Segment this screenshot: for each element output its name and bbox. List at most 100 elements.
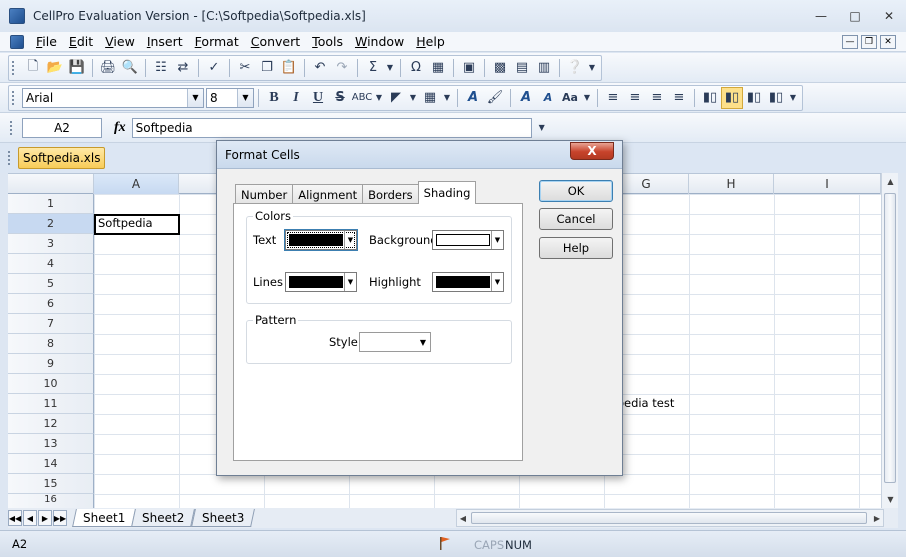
cancel-button[interactable]: Cancel bbox=[539, 208, 613, 230]
bold-icon[interactable]: B bbox=[263, 87, 285, 109]
save-icon[interactable]: 💾 bbox=[66, 57, 88, 79]
replace-icon[interactable]: ⇄ bbox=[172, 57, 194, 79]
column-header[interactable]: H bbox=[689, 174, 774, 194]
function-icon[interactable]: ▦ bbox=[427, 57, 449, 79]
print-preview-icon[interactable]: 🔍 bbox=[119, 57, 141, 79]
tab-borders[interactable]: Borders bbox=[362, 184, 419, 204]
menu-view[interactable]: View bbox=[99, 34, 141, 49]
prev-sheet-icon[interactable]: ◀ bbox=[23, 510, 37, 526]
scroll-up-icon[interactable]: ▲ bbox=[882, 173, 899, 190]
print-icon[interactable]: 🖨 bbox=[97, 57, 119, 79]
tab-number[interactable]: Number bbox=[235, 184, 294, 204]
column-header[interactable]: I bbox=[774, 174, 881, 194]
first-sheet-icon[interactable]: ◀◀ bbox=[8, 510, 22, 526]
highlight-color-picker[interactable]: ▼ bbox=[432, 272, 504, 292]
split-vertical-icon[interactable]: ▥ bbox=[533, 57, 555, 79]
find-icon[interactable]: ☷ bbox=[150, 57, 172, 79]
fill-color-icon[interactable]: ◤ bbox=[385, 87, 407, 109]
close-window-button[interactable]: ✕ bbox=[872, 6, 906, 26]
dialog-title[interactable]: Format Cells bbox=[217, 141, 622, 169]
formula-expand-icon[interactable]: ▼ bbox=[536, 117, 548, 139]
text-effects-icon[interactable]: ABC bbox=[351, 87, 373, 109]
toolbar-options-icon[interactable]: ▼ bbox=[586, 57, 598, 79]
barcode-active-icon[interactable]: ▮▯ bbox=[721, 86, 743, 109]
menu-tools[interactable]: Tools bbox=[306, 34, 349, 49]
function-label-icon[interactable]: fx bbox=[114, 120, 126, 136]
pattern-style-select[interactable]: ▼ bbox=[359, 332, 431, 352]
font-size-combo[interactable]: 8 ▼ bbox=[206, 87, 254, 108]
menu-file[interactable]: File bbox=[30, 34, 63, 49]
barcode-alt-icon[interactable]: ▮▯ bbox=[743, 87, 765, 109]
scroll-down-icon[interactable]: ▼ bbox=[882, 491, 899, 508]
maximize-button[interactable]: □ bbox=[838, 6, 872, 26]
freeze-icon[interactable]: ▩ bbox=[489, 57, 511, 79]
row-header[interactable]: 6 bbox=[8, 294, 94, 314]
copy-icon[interactable]: ❐ bbox=[256, 57, 278, 79]
cut-icon[interactable]: ✂ bbox=[234, 57, 256, 79]
align-left-icon[interactable]: ≡ bbox=[602, 87, 624, 109]
chevron-down-icon[interactable]: ▼ bbox=[491, 273, 503, 291]
split-horizontal-icon[interactable]: ▤ bbox=[511, 57, 533, 79]
spellcheck-icon[interactable]: ✓ bbox=[203, 57, 225, 79]
name-box[interactable]: A2 bbox=[22, 117, 102, 138]
menu-edit[interactable]: Edit bbox=[63, 34, 99, 49]
toolbar-options-icon[interactable]: ▼ bbox=[787, 87, 799, 109]
menu-format[interactable]: Format bbox=[189, 34, 245, 49]
align-center-icon[interactable]: ≡ bbox=[624, 87, 646, 109]
chevron-down-icon[interactable]: ▼ bbox=[491, 231, 503, 249]
doc-restore-button[interactable]: ❐ bbox=[861, 35, 877, 49]
row-header[interactable]: 7 bbox=[8, 314, 94, 334]
menu-help[interactable]: Help bbox=[410, 34, 451, 49]
row-header[interactable]: 8 bbox=[8, 334, 94, 354]
sheet-tab[interactable]: Sheet3 bbox=[190, 509, 255, 527]
ok-button[interactable]: OK bbox=[539, 180, 613, 202]
background-color-picker[interactable]: ▼ bbox=[432, 230, 504, 250]
lines-color-picker[interactable]: ▼ bbox=[285, 272, 357, 292]
vertical-scroll-thumb[interactable] bbox=[884, 193, 896, 483]
formula-input[interactable]: Softpedia bbox=[131, 117, 532, 138]
increase-font-icon[interactable]: A bbox=[515, 87, 537, 109]
row-header[interactable]: 16 bbox=[8, 494, 94, 508]
horizontal-scrollbar[interactable]: ◀ ▶ bbox=[456, 509, 884, 527]
doc-close-button[interactable]: ✕ bbox=[880, 35, 896, 49]
menu-window[interactable]: Window bbox=[349, 34, 410, 49]
fill-color-dropdown-icon[interactable]: ▼ bbox=[407, 87, 419, 109]
italic-icon[interactable]: I bbox=[285, 87, 307, 109]
open-icon[interactable]: 📂 bbox=[44, 57, 66, 79]
row-header[interactable]: 12 bbox=[8, 414, 94, 434]
column-header[interactable]: A bbox=[94, 174, 179, 194]
next-sheet-icon[interactable]: ▶ bbox=[38, 510, 52, 526]
document-tab[interactable]: Softpedia.xls bbox=[18, 147, 106, 169]
redo-icon[interactable]: ↷ bbox=[331, 57, 353, 79]
row-header[interactable]: 2 bbox=[8, 214, 94, 234]
row-header[interactable]: 4 bbox=[8, 254, 94, 274]
dialog-close-button[interactable]: X bbox=[570, 142, 614, 160]
new-icon[interactable]: 🗋 bbox=[22, 57, 44, 79]
paste-icon[interactable]: 📋 bbox=[278, 57, 300, 79]
chevron-down-icon[interactable]: ▼ bbox=[187, 88, 203, 107]
menu-insert[interactable]: Insert bbox=[141, 34, 189, 49]
decrease-font-icon[interactable]: A bbox=[537, 87, 559, 109]
row-header[interactable]: 10 bbox=[8, 374, 94, 394]
minimize-button[interactable]: — bbox=[804, 6, 838, 26]
last-sheet-icon[interactable]: ▶▶ bbox=[53, 510, 67, 526]
doc-minimize-button[interactable]: — bbox=[842, 35, 858, 49]
chevron-down-icon[interactable]: ▼ bbox=[237, 88, 253, 107]
scroll-right-icon[interactable]: ▶ bbox=[871, 510, 883, 526]
borders-icon[interactable]: ▦ bbox=[419, 87, 441, 109]
sum-dropdown-icon[interactable]: ▼ bbox=[384, 57, 396, 79]
font-combo[interactable]: Arial ▼ bbox=[22, 87, 204, 108]
sheet-tab[interactable]: Sheet2 bbox=[131, 509, 196, 527]
text-color-picker[interactable]: ▼ bbox=[285, 230, 357, 250]
row-header[interactable]: 1 bbox=[8, 194, 94, 214]
font-color-icon[interactable]: A bbox=[462, 87, 484, 109]
help-button[interactable]: Help bbox=[539, 237, 613, 259]
row-header[interactable]: 15 bbox=[8, 474, 94, 494]
scroll-left-icon[interactable]: ◀ bbox=[457, 510, 469, 526]
chevron-down-icon[interactable]: ▼ bbox=[344, 231, 356, 249]
row-header[interactable]: 3 bbox=[8, 234, 94, 254]
display-icon[interactable]: ▣ bbox=[458, 57, 480, 79]
row-header[interactable]: 5 bbox=[8, 274, 94, 294]
text-case-dropdown-icon[interactable]: ▼ bbox=[581, 87, 593, 109]
help-icon[interactable]: ❔ bbox=[564, 57, 586, 79]
